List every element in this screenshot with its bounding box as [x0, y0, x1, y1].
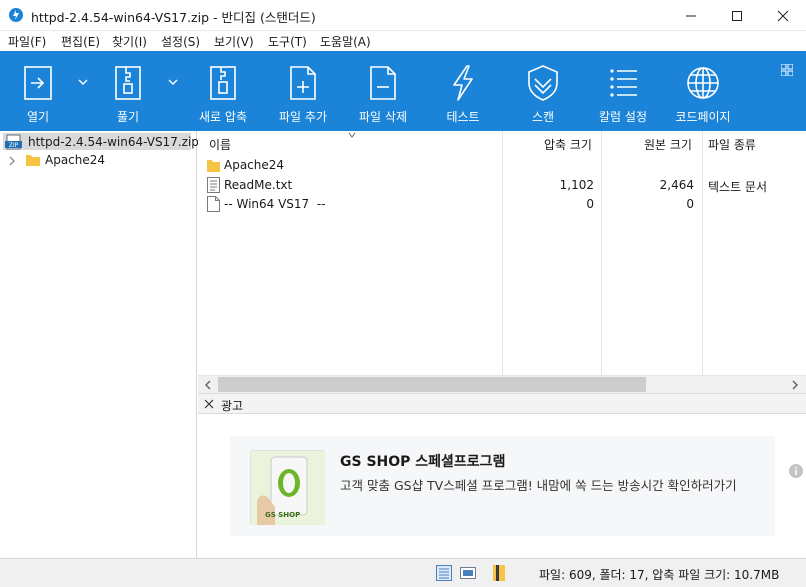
tree-item-apache24[interactable]: Apache24: [6, 152, 191, 169]
details-view-icon[interactable]: [436, 565, 452, 581]
file-list: 이름 압축 크기 원본 크기 파일 종류 Apache24 ReadMe.txt…: [198, 131, 806, 393]
extract-button[interactable]: 풀기: [100, 51, 156, 131]
add-file-icon: [290, 66, 316, 100]
ad-title[interactable]: GS SHOP 스페셜프로그램: [340, 451, 505, 471]
ad-header: 광고: [198, 393, 806, 414]
minimize-icon: [686, 15, 696, 16]
status-text: 파일: 609, 폴더: 17, 압축 파일 크기: 10.7MB: [539, 568, 780, 582]
open-dropdown-icon[interactable]: [78, 78, 88, 86]
extract-icon: [115, 66, 141, 100]
test-button[interactable]: 테스트: [434, 51, 492, 131]
window-title: httpd-2.4.54-win64-VS17.zip - 반디집 (스탠더드): [31, 10, 316, 25]
menu-help[interactable]: 도움말(A): [320, 33, 371, 50]
codepage-button[interactable]: 코드페이지: [674, 51, 732, 131]
column-settings-icon: [610, 69, 637, 97]
status-bar: 파일: 609, 폴더: 17, 압축 파일 크기: 10.7MB: [0, 558, 806, 587]
menu-tools[interactable]: 도구(T): [268, 33, 307, 50]
preview-view-icon[interactable]: [460, 565, 476, 581]
open-button[interactable]: 열기: [10, 51, 66, 131]
close-icon: [777, 10, 789, 21]
horizontal-scrollbar[interactable]: [198, 375, 806, 393]
expand-chevron-icon[interactable]: [8, 156, 16, 166]
menu-find[interactable]: 찾기(I): [112, 33, 147, 50]
open-icon: [24, 66, 52, 100]
menu-view[interactable]: 보기(V): [214, 33, 254, 50]
column-header-name[interactable]: 이름: [209, 136, 231, 153]
ad-panel: GS SHOP GS SHOP 스페셜프로그램 고객 맞춤 GS샵 TV스페셜 …: [198, 414, 806, 558]
column-header-packed[interactable]: 압축 크기: [544, 136, 592, 153]
folder-icon: [26, 155, 40, 166]
folder-icon: [207, 160, 220, 172]
close-ad-icon[interactable]: [204, 399, 214, 409]
scan-shield-icon: [528, 65, 558, 101]
delete-file-button[interactable]: 파일 삭제: [354, 51, 412, 131]
maximize-button[interactable]: [714, 0, 760, 31]
scroll-left-icon[interactable]: [203, 379, 213, 391]
sort-down-icon: [348, 132, 356, 138]
title-bar: httpd-2.4.54-win64-VS17.zip - 반디집 (스탠더드): [0, 0, 806, 31]
ad-label: 광고: [221, 399, 244, 413]
close-button[interactable]: [760, 0, 806, 31]
scan-button[interactable]: 스캔: [514, 51, 572, 131]
scrollbar-thumb[interactable]: [218, 377, 646, 392]
menu-file[interactable]: 파일(F): [8, 33, 46, 50]
new-archive-icon: [210, 66, 236, 100]
gs-shop-logo-text: GS SHOP: [265, 511, 301, 519]
add-file-button[interactable]: 파일 추가: [274, 51, 332, 131]
test-icon: [453, 65, 473, 101]
tree-root-archive[interactable]: ZIP httpd-2.4.54-win64-VS17.zip: [3, 133, 199, 150]
scroll-right-icon[interactable]: [790, 379, 800, 391]
file-row[interactable]: Apache24: [198, 156, 806, 175]
archive-folder-icon[interactable]: [492, 565, 508, 581]
info-icon[interactable]: [789, 464, 803, 478]
menu-settings[interactable]: 설정(S): [161, 33, 200, 50]
new-archive-button[interactable]: 새로 압축: [194, 51, 252, 131]
gs-shop-logo-image: GS SHOP: [250, 450, 325, 525]
menu-bar: 파일(F) 편집(E) 찾기(I) 설정(S) 보기(V) 도구(T) 도움말(…: [0, 31, 806, 51]
svg-text:ZIP: ZIP: [9, 142, 19, 149]
ad-card[interactable]: GS SHOP GS SHOP 스페셜프로그램 고객 맞춤 GS샵 TV스페셜 …: [230, 436, 803, 536]
extract-dropdown-icon[interactable]: [168, 78, 178, 86]
menu-edit[interactable]: 편집(E): [61, 33, 100, 50]
maximize-icon: [732, 10, 742, 21]
blank-file-icon: [207, 196, 220, 212]
minimize-button[interactable]: [668, 0, 714, 31]
file-row[interactable]: ReadMe.txt 1,102 2,464 텍스트 문서: [198, 176, 806, 195]
zip-archive-icon: ZIP: [5, 134, 22, 150]
text-file-icon: [207, 177, 220, 193]
codepage-globe-icon: [687, 67, 719, 99]
column-header-type[interactable]: 파일 종류: [708, 136, 756, 153]
bandizip-app-icon: [9, 8, 23, 22]
column-settings-button[interactable]: 칼럼 설정: [594, 51, 652, 131]
delete-file-icon: [370, 66, 396, 100]
ad-description[interactable]: 고객 맞춤 GS샵 TV스페셜 프로그램! 내맘에 쏙 드는 방송시간 확인하러…: [340, 476, 765, 495]
toolbar: 열기 풀기 새로 압축 파일 추가 파일 삭제 테스트 스캔 칼럼 설정 코드페…: [0, 51, 806, 131]
layout-grid-icon[interactable]: [781, 64, 793, 76]
column-header-size[interactable]: 원본 크기: [644, 136, 692, 153]
folder-tree: ZIP httpd-2.4.54-win64-VS17.zip Apache24: [0, 131, 199, 558]
file-row[interactable]: -- Win64 VS17 -- 0 0: [198, 195, 806, 214]
